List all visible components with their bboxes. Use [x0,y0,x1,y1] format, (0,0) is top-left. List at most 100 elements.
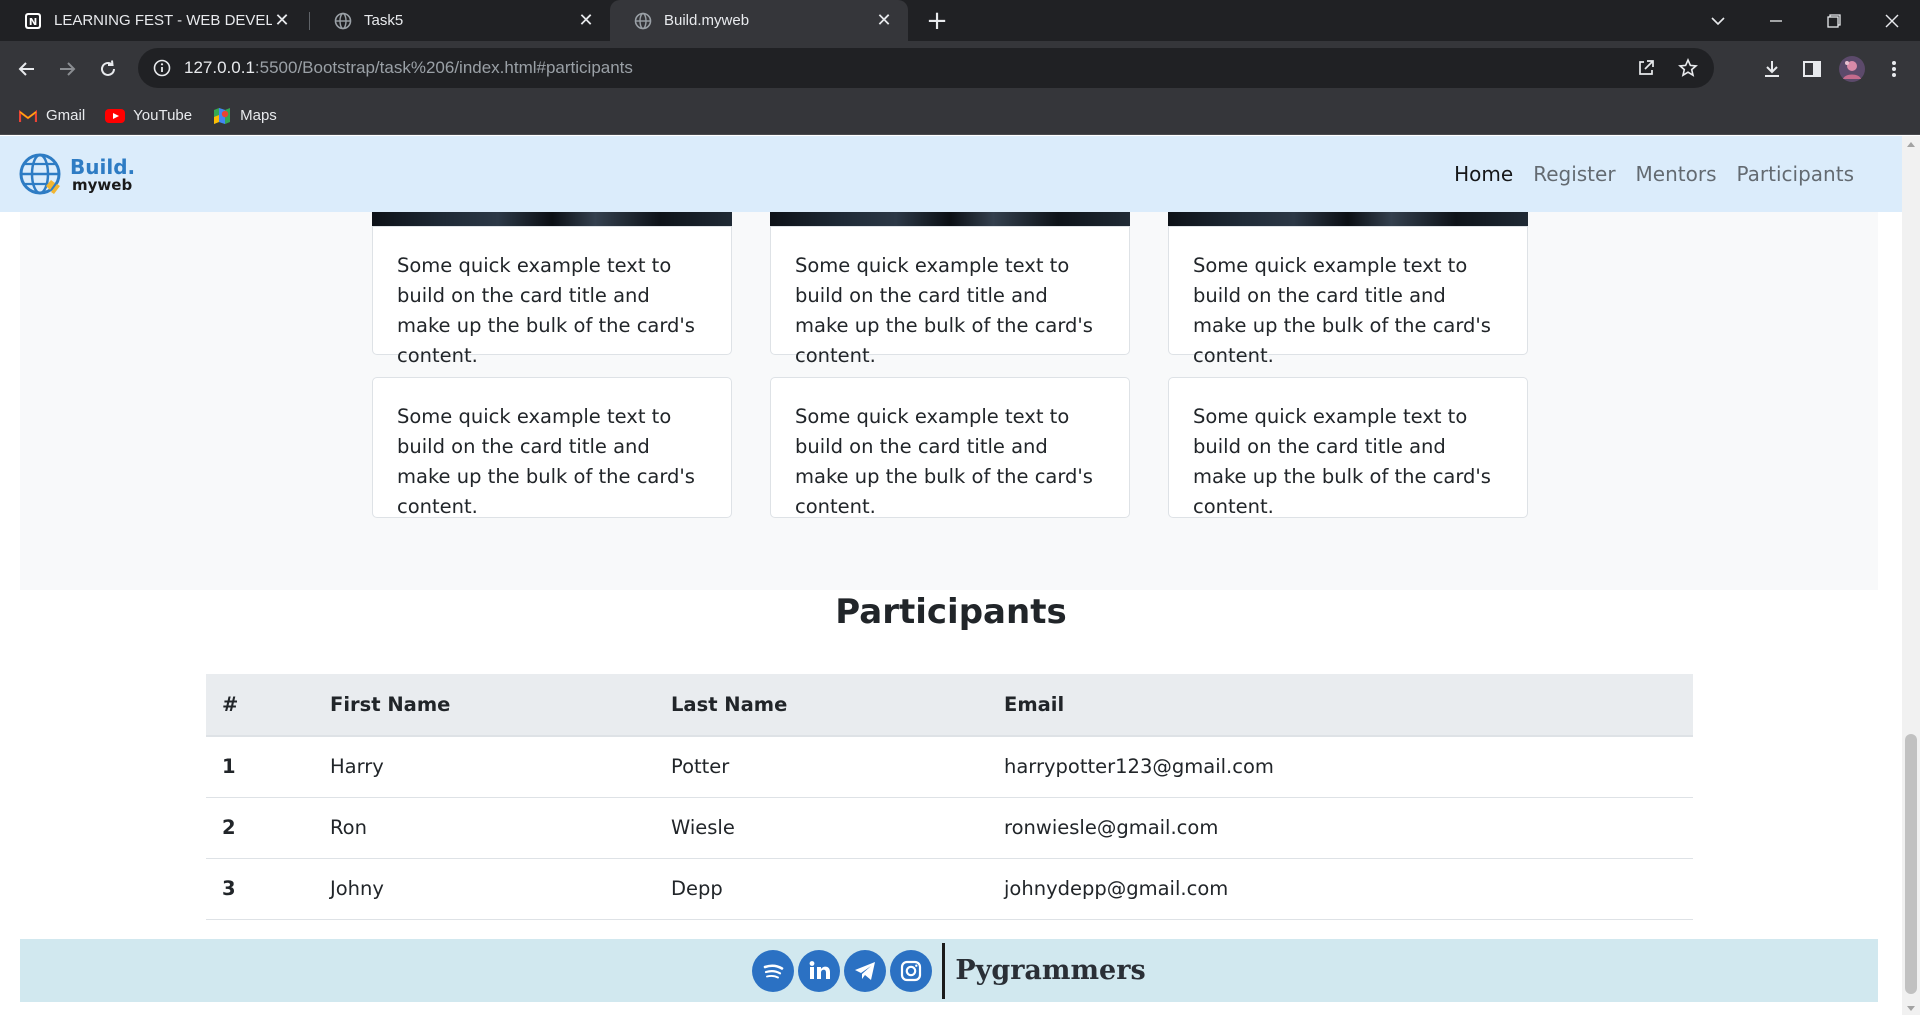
bookmark-youtube[interactable]: YouTube [105,106,192,126]
scroll-down-icon[interactable] [1907,1006,1915,1011]
mentor-card: Some quick example text to build on the … [770,226,1130,367]
mentor-card: Some quick example text to build on the … [372,226,732,367]
scroll-up-icon[interactable] [1907,142,1915,147]
restore-button[interactable] [1806,0,1862,41]
bookmark-star-icon[interactable] [1676,56,1700,80]
address-bar[interactable]: 127.0.0.1:5500/Bootstrap/task%206/index.… [138,48,1714,88]
card-image [372,212,732,227]
reload-icon[interactable] [92,53,124,85]
page-scrollbar[interactable] [1902,136,1920,1015]
bookmark-maps[interactable]: Maps [212,106,277,126]
card-image [770,212,1130,227]
close-icon[interactable]: ✕ [272,10,292,31]
scrollbar-thumb[interactable] [1905,734,1917,994]
card-text: Some quick example text to build on the … [397,405,695,518]
brand-line1: Build. [70,155,136,179]
minimize-button[interactable] [1748,0,1804,41]
url-text: 127.0.0.1:5500/Bootstrap/task%206/index.… [184,58,633,78]
row-number: 2 [206,797,314,859]
table-row: 2 Ron Wiesle ronwiesle@gmail.com [206,797,1693,859]
last-name-cell: Potter [655,736,988,798]
last-name-cell: Depp [655,858,988,920]
card-text: Some quick example text to build on the … [1193,405,1491,518]
col-last-name: Last Name [655,674,988,737]
card-text: Some quick example text to build on the … [397,254,695,367]
browser-toolbar: 127.0.0.1:5500/Bootstrap/task%206/index.… [0,41,1920,97]
globe-icon [634,12,652,30]
col-number: # [206,674,314,737]
first-name-cell: Johny [314,858,655,920]
mentor-card: Some quick example text to build on the … [1168,377,1528,518]
email-cell: ronwiesle@gmail.com [988,797,1693,859]
new-tab-button[interactable]: + [922,6,952,36]
nav-home[interactable]: Home [1454,162,1513,186]
notion-icon: N [24,12,42,30]
downloads-icon[interactable] [1756,53,1788,85]
card-text: Some quick example text to build on the … [1193,254,1491,367]
tab-search-icon[interactable] [1690,0,1746,41]
url-path: :5500/Bootstrap/task%206/index.html#part… [254,58,633,77]
first-name-cell: Harry [314,736,655,798]
forward-icon[interactable] [51,53,83,85]
tab-title: Build.myweb [664,12,750,29]
telegram-icon[interactable] [844,949,887,992]
back-icon[interactable] [11,53,43,85]
mentors-section: Some quick example text to build on the … [20,212,1878,590]
bookmark-label: YouTube [133,107,193,124]
bookmarks-bar: Gmail YouTube Maps [0,97,1920,135]
col-email: Email [988,674,1693,737]
footer-divider [942,942,946,999]
row-number: 3 [206,858,314,920]
menu-icon[interactable] [1878,53,1910,85]
gmail-icon [18,106,38,126]
last-name-cell: Wiesle [655,797,988,859]
close-icon[interactable]: ✕ [576,10,596,31]
page-viewport: Some quick example text to build on the … [0,136,1920,1015]
maps-icon [212,106,232,126]
brand-wordmark: Build. myweb [70,155,136,194]
card-text: Some quick example text to build on the … [795,254,1093,367]
nav-mentors[interactable]: Mentors [1636,162,1717,186]
close-window-button[interactable] [1864,0,1920,41]
nav-participants[interactable]: Participants [1737,162,1854,186]
url-host: 127.0.0.1 [184,58,255,77]
card-text: Some quick example text to build on the … [795,405,1093,518]
card-image [1168,212,1528,227]
profile-avatar[interactable] [1836,53,1868,85]
youtube-icon [105,106,126,126]
site-navbar: Build. myweb Home Register Mentors Parti… [0,136,1902,212]
bookmark-label: Gmail [46,107,86,124]
tab-title: Task5 [364,12,404,29]
globe-logo-icon [19,153,61,195]
participants-heading: Participants [835,592,1067,632]
spotify-icon[interactable] [752,949,795,992]
nav-links: Home Register Mentors Participants [1454,162,1854,186]
mentor-card: Some quick example text to build on the … [770,377,1130,518]
table-row: 1 Harry Potter harrypotter123@gmail.com [206,736,1693,798]
share-icon[interactable] [1634,56,1658,80]
brand-line2: myweb [72,176,133,194]
bookmark-label: Maps [240,107,277,124]
tab-learning-fest[interactable]: N LEARNING FEST - WEB DEVELOP ✕ [0,0,306,41]
social-links [752,949,933,992]
site-footer: Pygrammers [20,939,1878,1002]
site-info-icon[interactable] [152,58,172,78]
tab-task5[interactable]: Task5 ✕ [310,0,610,41]
linkedin-icon[interactable] [798,949,841,992]
nav-register[interactable]: Register [1533,162,1615,186]
participants-table: # First Name Last Name Email 1 Harry Pot… [206,674,1693,920]
close-icon[interactable]: ✕ [874,10,894,31]
globe-icon [334,12,352,30]
side-panel-icon[interactable] [1796,53,1828,85]
tab-build-myweb[interactable]: Build.myweb ✕ [610,0,908,41]
row-number: 1 [206,736,314,798]
table-row: 3 Johny Depp johnydepp@gmail.com [206,858,1693,920]
mentor-card: Some quick example text to build on the … [1168,226,1528,367]
first-name-cell: Ron [314,797,655,859]
bookmark-gmail[interactable]: Gmail [18,106,85,126]
svg-text:N: N [29,17,37,28]
brand-logo[interactable]: Build. myweb [18,152,135,200]
instagram-icon[interactable] [890,949,933,992]
table-header-row: # First Name Last Name Email [206,674,1693,737]
email-cell: johnydepp@gmail.com [988,858,1693,920]
